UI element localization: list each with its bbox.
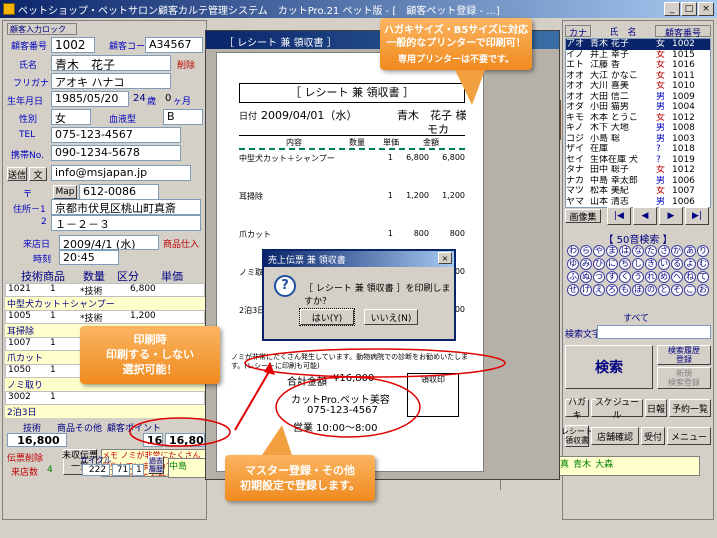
callout-pointer xyxy=(455,70,485,105)
memo-highlight xyxy=(129,417,231,447)
arrow-line xyxy=(234,369,271,431)
shop-highlight xyxy=(275,376,421,438)
callout-pointer xyxy=(262,425,292,455)
arrow-head xyxy=(264,362,275,375)
annotation-overlay xyxy=(129,70,506,455)
note-highlight xyxy=(244,348,506,378)
